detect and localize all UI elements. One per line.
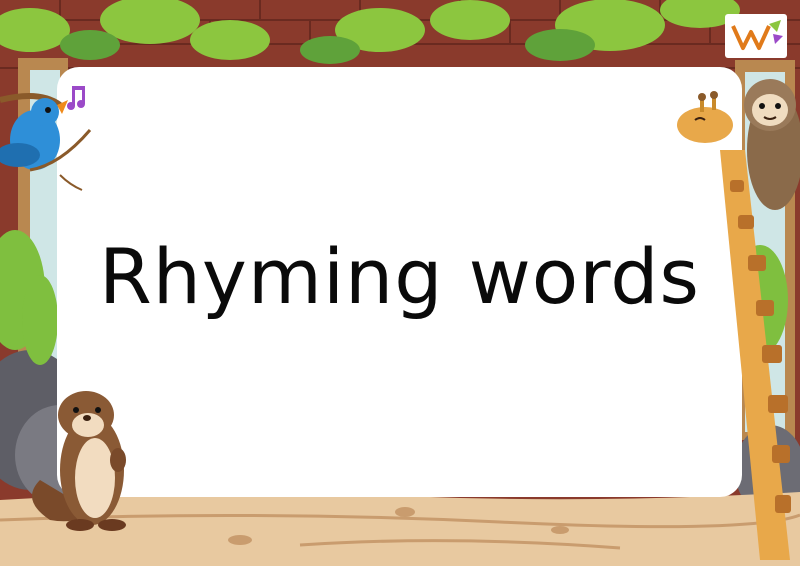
brand-logo <box>725 14 787 58</box>
logo-icon <box>731 20 783 50</box>
slide-title: Rhyming words <box>98 232 701 321</box>
